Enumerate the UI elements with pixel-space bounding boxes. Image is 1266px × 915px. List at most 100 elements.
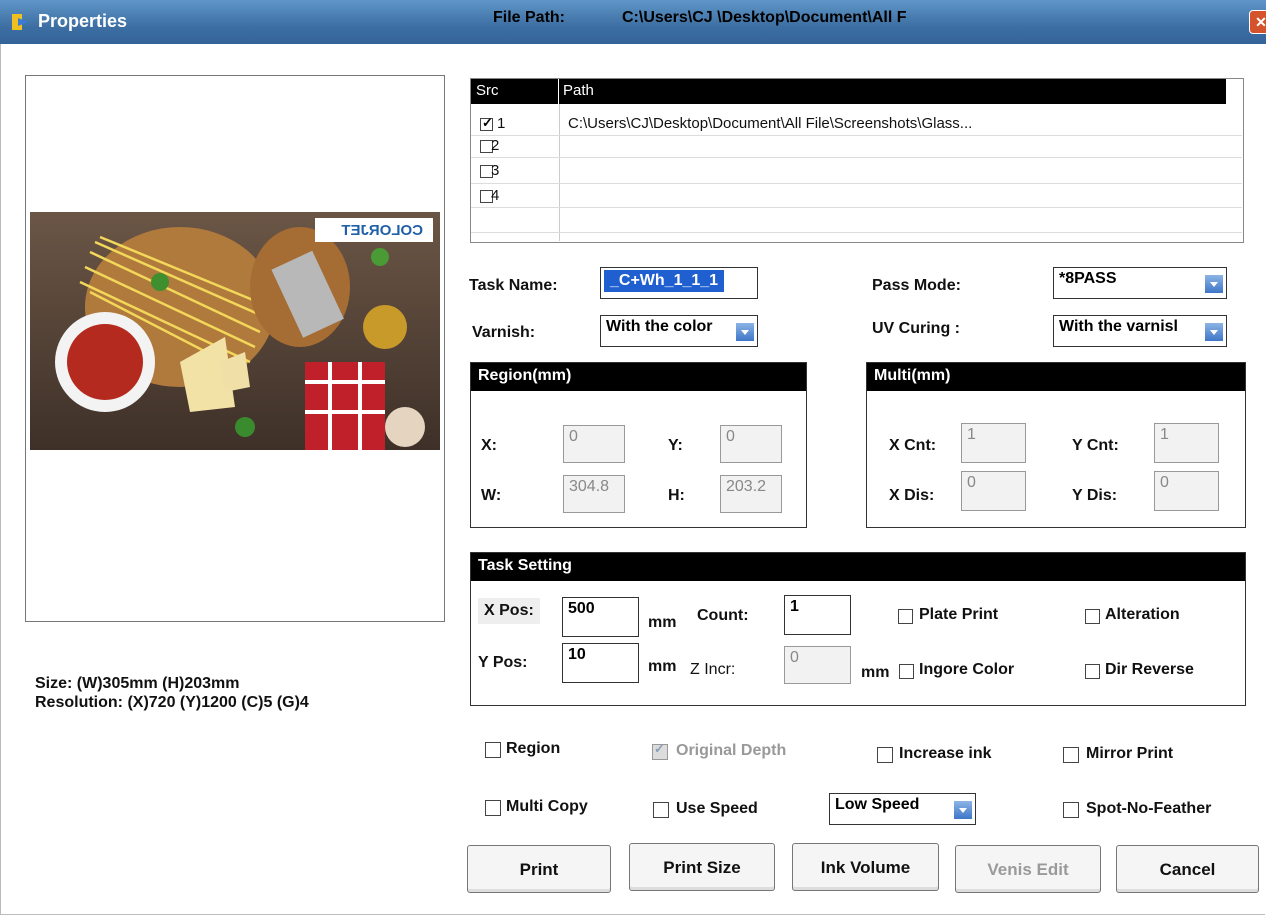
header-divider (558, 79, 559, 104)
z-incr-label: Z Incr: (690, 661, 736, 678)
dir-reverse-checkbox[interactable] (1085, 664, 1100, 679)
mirror-print-checkbox[interactable] (1063, 747, 1079, 763)
app-icon (12, 14, 28, 30)
uv-curing-value: With the varnisl (1059, 318, 1178, 335)
use-speed-checkbox[interactable] (653, 802, 669, 818)
size-info: Size: (W)305mm (H)203mm (35, 675, 240, 692)
region-option-label: Region (506, 740, 561, 757)
chevron-down-icon (1205, 275, 1223, 293)
y-pos-label: Y Pos: (478, 654, 528, 671)
source-src-3: 3 (491, 162, 500, 179)
y-dis-input[interactable]: 0 (1154, 471, 1219, 511)
z-incr-unit: mm (861, 664, 890, 681)
spot-no-feather-label: Spot-No-Feather (1086, 800, 1212, 817)
task-name-input[interactable]: _C+Wh_1_1_1 (600, 267, 758, 299)
title-bar: Properties File Path: C:\Users\CJ \Deskt… (0, 0, 1266, 44)
original-depth-checkbox[interactable] (652, 741, 668, 760)
count-label: Count: (697, 607, 749, 624)
preview-image: COLORJET (30, 212, 440, 450)
uv-curing-select[interactable]: With the varnisl (1053, 315, 1227, 347)
region-x-input[interactable]: 0 (563, 425, 625, 463)
x-cnt-label: X Cnt: (889, 437, 937, 454)
alteration-checkbox[interactable] (1085, 609, 1100, 624)
window-title: Properties (38, 11, 128, 31)
resolution-info: Resolution: (X)720 (Y)1200 (C)5 (G)4 (35, 694, 309, 711)
source-table-header: Src Path (471, 79, 1226, 104)
chevron-down-icon (1205, 323, 1223, 341)
alteration-label: Alteration (1105, 606, 1180, 623)
original-depth-label: Original Depth (676, 742, 787, 759)
y-pos-input[interactable]: 10 (562, 643, 639, 683)
region-y-label: Y: (668, 437, 683, 454)
varnish-label: Varnish: (472, 324, 536, 341)
ignore-color-label: Ingore Color (919, 661, 1015, 678)
x-pos-unit: mm (648, 614, 677, 631)
close-button[interactable]: ✕ (1249, 10, 1266, 34)
row-line (471, 207, 1242, 208)
multi-title: Multi(mm) (867, 363, 1245, 391)
multi-copy-checkbox[interactable] (485, 800, 501, 816)
source-path-1: C:\Users\CJ\Desktop\Document\All File\Sc… (568, 115, 973, 132)
x-cnt-input[interactable]: 1 (961, 423, 1026, 463)
speed-value: Low Speed (835, 796, 920, 813)
x-dis-input[interactable]: 0 (961, 471, 1026, 511)
chevron-down-icon (954, 801, 972, 819)
region-w-label: W: (481, 487, 502, 504)
count-input[interactable]: 1 (784, 595, 851, 635)
pass-mode-label: Pass Mode: (872, 277, 961, 294)
z-incr-input[interactable]: 0 (784, 646, 851, 684)
x-dis-label: X Dis: (889, 487, 935, 504)
x-pos-label: X Pos: (478, 598, 540, 624)
chevron-down-icon (736, 323, 754, 341)
y-pos-unit: mm (648, 658, 677, 675)
source-checkbox-1[interactable] (480, 115, 493, 131)
region-w-input[interactable]: 304.8 (563, 475, 625, 513)
region-x-label: X: (481, 437, 497, 454)
region-checkbox[interactable] (485, 742, 501, 758)
print-size-button[interactable]: Print Size (629, 843, 775, 891)
logo-text: COLORJET (341, 222, 423, 239)
row-line (471, 135, 1242, 136)
region-h-input[interactable]: 203.2 (720, 475, 782, 513)
header-src: Src (476, 82, 499, 99)
increase-ink-checkbox[interactable] (877, 747, 893, 763)
y-cnt-label: Y Cnt: (1072, 437, 1119, 454)
plate-print-label: Plate Print (919, 606, 999, 623)
cancel-button[interactable]: Cancel (1116, 845, 1259, 893)
x-pos-input[interactable]: 500 (562, 597, 639, 637)
source-src-1: 1 (497, 115, 506, 132)
print-button[interactable]: Print (467, 845, 611, 893)
spot-no-feather-checkbox[interactable] (1063, 802, 1079, 818)
mirror-print-label: Mirror Print (1086, 745, 1174, 762)
source-src-2: 2 (491, 137, 500, 154)
row-line (471, 157, 1242, 158)
ignore-color-checkbox[interactable] (899, 664, 914, 679)
varnish-select[interactable]: With the color (600, 315, 758, 347)
task-name-value: _C+Wh_1_1_1 (604, 270, 725, 292)
ink-volume-button[interactable]: Ink Volume (792, 843, 939, 891)
dir-reverse-label: Dir Reverse (1105, 661, 1194, 678)
y-dis-label: Y Dis: (1072, 487, 1118, 504)
pass-mode-select[interactable]: *8PASS (1053, 267, 1227, 299)
task-setting-title: Task Setting (471, 553, 1245, 581)
y-cnt-input[interactable]: 1 (1154, 423, 1219, 463)
varnish-value: With the color (606, 318, 713, 335)
uv-curing-label: UV Curing : (872, 320, 960, 337)
region-y-input[interactable]: 0 (720, 425, 782, 463)
region-h-label: H: (668, 487, 685, 504)
file-path-value: C:\Users\CJ \Desktop\Document\All F (622, 9, 907, 26)
region-title: Region(mm) (471, 363, 806, 391)
header-path: Path (563, 82, 594, 99)
venis-edit-button[interactable]: Venis Edit (955, 845, 1101, 893)
row-line (471, 232, 1242, 233)
column-divider (559, 104, 560, 241)
pass-mode-value: *8PASS (1059, 270, 1117, 287)
plate-print-checkbox[interactable] (898, 609, 913, 624)
row-line (471, 183, 1242, 184)
task-name-label: Task Name: (469, 277, 558, 294)
file-path-label: File Path: (493, 9, 566, 26)
use-speed-label: Use Speed (676, 800, 758, 817)
increase-ink-label: Increase ink (899, 745, 992, 762)
speed-select[interactable]: Low Speed (829, 793, 976, 825)
source-src-4: 4 (491, 187, 500, 204)
